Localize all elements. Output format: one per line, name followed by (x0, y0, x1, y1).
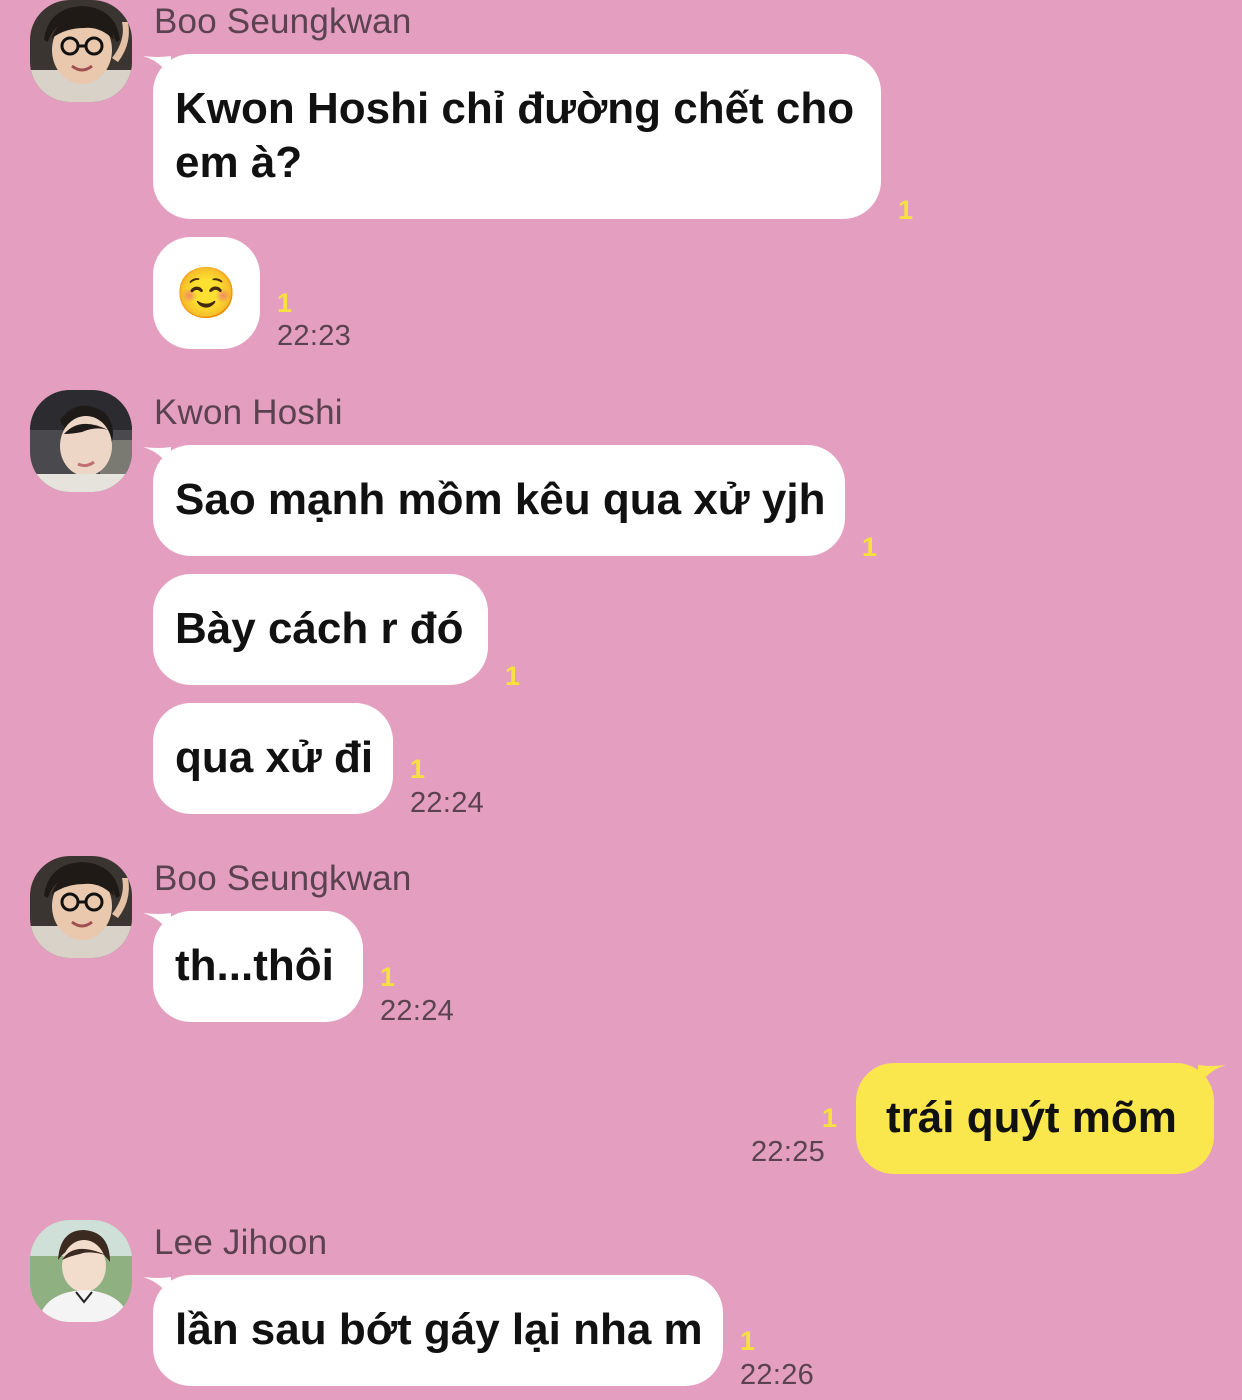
unread-count: 1 (380, 962, 396, 992)
message-text: Kwon Hoshi chỉ đường chết cho em à? (175, 84, 855, 187)
message-bubble[interactable]: qua xử đi (153, 703, 393, 814)
unread-count: 1 (822, 1103, 838, 1133)
message-text: lần sau bớt gáy lại nha m (175, 1305, 703, 1354)
unread-count: 1 (505, 661, 521, 691)
message-timestamp: 22:24 (410, 787, 485, 819)
avatar-boo-seungkwan[interactable] (30, 856, 132, 958)
unread-count: 1 (410, 754, 426, 784)
avatar-lee-jihoon[interactable] (30, 1220, 132, 1322)
smiling-face-emoji: ☺️ (175, 265, 238, 321)
avatar-kwon-hoshi[interactable] (30, 390, 132, 492)
message-bubble[interactable]: Kwon Hoshi chỉ đường chết cho em à? (153, 54, 881, 219)
message-text: qua xử đi (175, 733, 374, 782)
message-bubble[interactable]: Bày cách r đó (153, 574, 488, 685)
message-bubble[interactable]: th...thôi (153, 911, 363, 1022)
message-text: th...thôi (175, 941, 334, 990)
avatar-boo-seungkwan[interactable] (30, 0, 132, 102)
message-timestamp: 22:24 (380, 995, 455, 1027)
sender-name: Boo Seungkwan (154, 2, 412, 41)
unread-count: 1 (862, 532, 878, 562)
message-bubble-mine[interactable]: trái quýt mõm (856, 1063, 1214, 1174)
message-timestamp: 22:26 (740, 1359, 815, 1391)
message-timestamp: 22:25 (751, 1136, 826, 1168)
unread-count: 1 (740, 1326, 756, 1356)
unread-count: 1 (277, 288, 293, 318)
message-text: Sao mạnh mồm kêu qua xử yjh (175, 475, 826, 524)
message-timestamp: 22:23 (277, 320, 352, 352)
unread-count: 1 (898, 195, 914, 225)
message-bubble[interactable]: ☺️ (153, 237, 260, 349)
sender-name: Boo Seungkwan (154, 859, 412, 898)
message-text: Bày cách r đó (175, 604, 464, 653)
message-bubble[interactable]: lần sau bớt gáy lại nha m (153, 1275, 723, 1386)
sender-name: Lee Jihoon (154, 1223, 328, 1262)
chat-room[interactable]: Boo Seungkwan Kwon Hoshi chỉ đường chết … (0, 0, 1242, 1400)
message-text: trái quýt mõm (886, 1093, 1177, 1142)
sender-name: Kwon Hoshi (154, 393, 343, 432)
bubble-tail (1198, 1065, 1226, 1089)
message-bubble[interactable]: Sao mạnh mồm kêu qua xử yjh (153, 445, 845, 556)
